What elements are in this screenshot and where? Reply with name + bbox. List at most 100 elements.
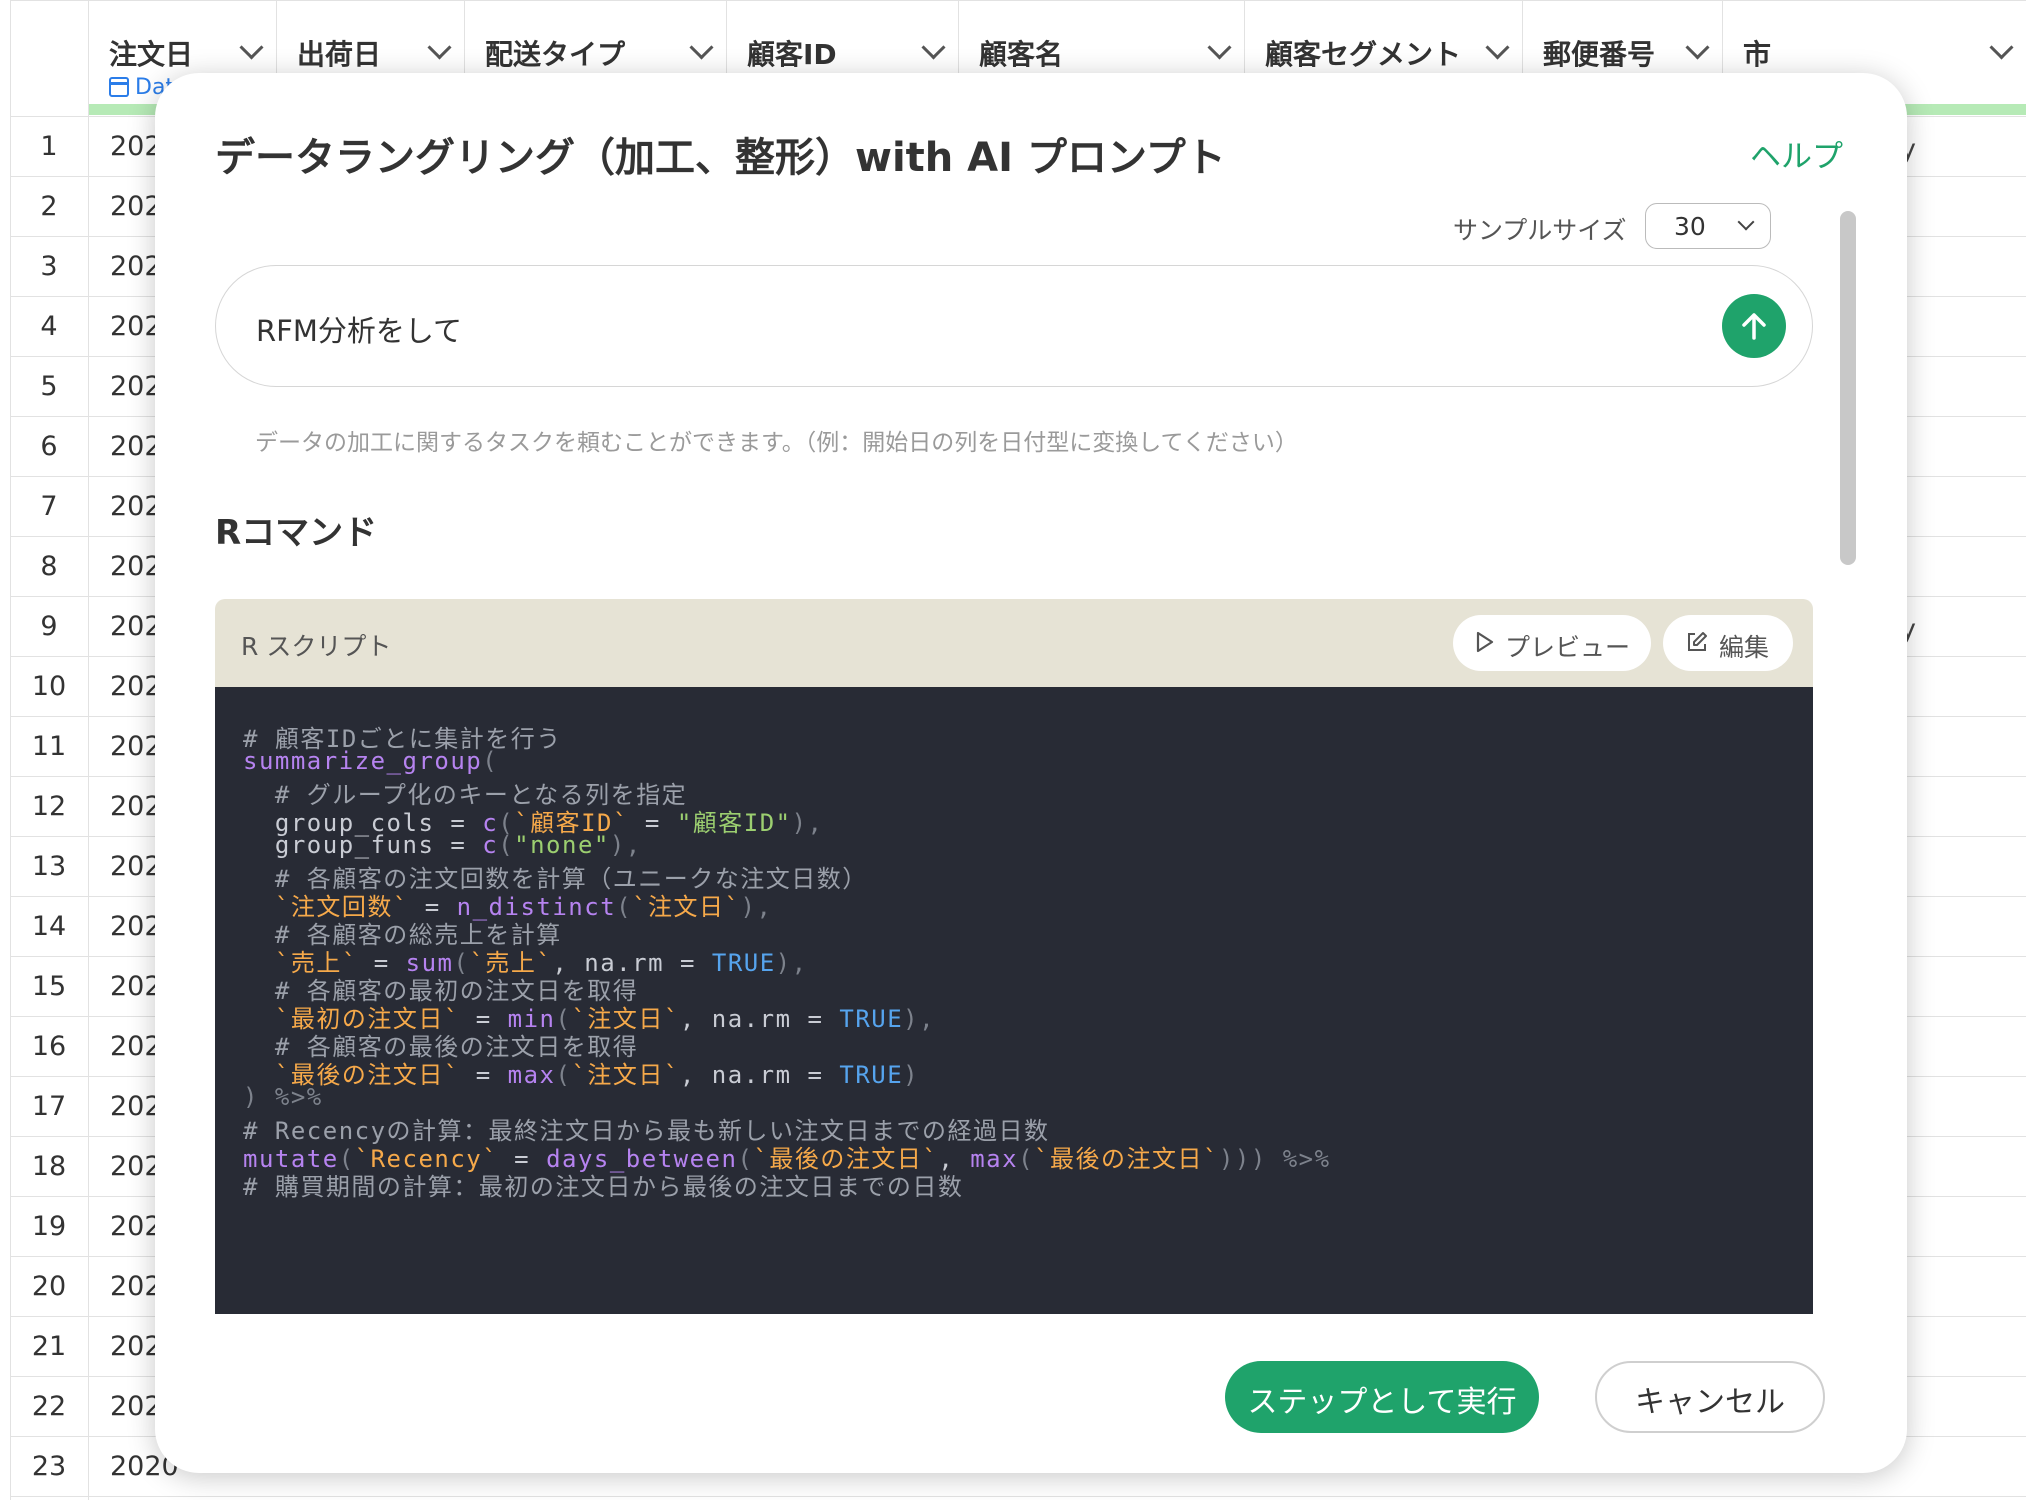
preview-button-label: プレビュー — [1505, 633, 1631, 662]
row-number: 15 — [31, 971, 67, 1002]
order-date-cell[interactable]: 202 — [110, 911, 162, 942]
row-number: 21 — [31, 1331, 67, 1362]
section-title-r-command: Rコマンド — [215, 513, 378, 553]
r-script-code[interactable]: # 顧客IDごとに集計を行う summarize_group( # グループ化の… — [215, 687, 1813, 1314]
code-token: summarize_group — [243, 747, 483, 775]
row-number: 2 — [40, 191, 58, 222]
order-date-cell[interactable]: 202 — [110, 611, 162, 642]
order-date-cell[interactable]: 202 — [110, 1151, 162, 1182]
chevron-down-icon[interactable] — [1485, 35, 1510, 60]
scrollbar-thumb[interactable] — [1840, 211, 1856, 565]
code-token: ( — [555, 1061, 572, 1089]
order-date-cell[interactable]: 202 — [110, 1211, 162, 1242]
row-number: 8 — [40, 551, 58, 582]
row-number: 11 — [31, 731, 67, 762]
send-arrow-icon — [1742, 313, 1766, 340]
order-date-cell[interactable]: 202 — [110, 311, 162, 342]
code-token: %>% — [274, 1083, 323, 1111]
help-link[interactable]: ヘルプ — [1750, 131, 1843, 176]
chevron-down-icon[interactable] — [239, 35, 264, 60]
order-date-cell[interactable]: 202 — [110, 431, 162, 462]
order-date-cell[interactable]: 202 — [110, 791, 162, 822]
code-token: `注文日` — [632, 893, 741, 921]
row-number: 7 — [40, 491, 58, 522]
row-number: 20 — [31, 1271, 67, 1302]
order-date-cell[interactable]: 202 — [110, 851, 162, 882]
code-token: ))) — [1218, 1145, 1283, 1173]
code-line: group_funs = c("none"), — [243, 831, 642, 859]
script-header: R スクリプト プレビュー 編集 — [215, 599, 1813, 687]
chevron-down-icon[interactable] — [1207, 35, 1232, 60]
order-date-cell[interactable]: 202 — [110, 1031, 162, 1062]
row-number: 18 — [31, 1151, 67, 1182]
code-token: ( — [498, 831, 515, 859]
order-date-cell[interactable]: 202 — [110, 191, 162, 222]
row-number: 16 — [31, 1031, 67, 1062]
code-token: "顧客ID" — [676, 809, 792, 837]
order-date-cell[interactable]: 202 — [110, 491, 162, 522]
code-token: %>% — [1282, 1145, 1331, 1173]
row-number: 4 — [40, 311, 58, 342]
code-line: # 購買期間の計算：最初の注文日から最後の注文日までの日数 — [243, 1167, 963, 1202]
preview-button[interactable]: プレビュー — [1453, 615, 1651, 671]
code-token: # 購買期間の計算：最初の注文日から最後の注文日までの日数 — [243, 1173, 964, 1201]
script-label: R スクリプト — [241, 632, 392, 661]
code-token: TRUE — [839, 1005, 904, 1033]
prompt-input-value[interactable]: RFM分析をして — [256, 308, 462, 350]
order-date-cell[interactable]: 202 — [110, 731, 162, 762]
order-date-cell[interactable]: 202 — [110, 1091, 162, 1122]
row-number: 19 — [31, 1211, 67, 1242]
code-line: `最後の注文日` = max(`注文日`, na.rm = TRUE) — [243, 1055, 919, 1090]
code-token: ) — [243, 1083, 275, 1111]
order-date-cell[interactable]: 202 — [110, 1331, 162, 1362]
order-date-cell[interactable]: 202 — [110, 1271, 162, 1302]
row-number: 17 — [31, 1091, 67, 1122]
order-date-cell[interactable]: 202 — [110, 371, 162, 402]
code-token: `最後の注文日` — [1034, 1145, 1219, 1173]
code-token: , na.rm = — [679, 1005, 840, 1033]
prompt-input[interactable]: RFM分析をして — [215, 265, 1813, 387]
edit-button-label: 編集 — [1719, 633, 1770, 662]
sample-size-value: 30 — [1674, 212, 1706, 241]
send-button[interactable] — [1722, 294, 1786, 358]
chevron-down-icon[interactable] — [1685, 35, 1710, 60]
cancel-button[interactable]: キャンセル — [1595, 1361, 1825, 1433]
prompt-hint: データの加工に関するタスクを頼むことができます。（例：開始日の列を日付型に変換し… — [255, 430, 1298, 456]
chevron-down-icon[interactable] — [1989, 35, 2014, 60]
dialog-title: データラングリング（加工、整形）with AI プロンプト — [215, 135, 1226, 181]
sample-size-label: サンプルサイズ — [1453, 216, 1627, 245]
code-token: ) — [903, 1061, 920, 1089]
chevron-down-icon[interactable] — [427, 35, 452, 60]
row-number: 14 — [31, 911, 67, 942]
chevron-down-icon[interactable] — [921, 35, 946, 60]
column-title: 郵便番号 — [1543, 38, 1656, 71]
order-date-cell[interactable]: 202 — [110, 251, 162, 282]
dialog-scrollbar[interactable] — [1840, 211, 1856, 1383]
row-number: 13 — [31, 851, 67, 882]
order-date-cell[interactable]: 202 — [110, 971, 162, 1002]
edit-button[interactable]: 編集 — [1663, 615, 1793, 671]
chevron-down-icon — [1737, 213, 1755, 231]
sample-size-select[interactable]: 30 — [1645, 203, 1771, 249]
order-date-cell[interactable]: 202 — [110, 1391, 162, 1422]
order-date-cell[interactable]: 202 — [110, 131, 162, 162]
code-token: ), — [609, 831, 642, 859]
code-token: ( — [1018, 1145, 1035, 1173]
row-number: 23 — [31, 1451, 67, 1482]
code-token: max — [970, 1145, 1019, 1173]
row-number: 5 — [40, 371, 58, 402]
column-title: 出荷日 — [297, 38, 382, 71]
row-number: 6 — [40, 431, 58, 462]
order-date-cell[interactable]: 202 — [110, 671, 162, 702]
column-title: 顧客セグメント — [1265, 38, 1462, 71]
run-as-step-button[interactable]: ステップとして実行 — [1225, 1361, 1539, 1433]
column-title: 市 — [1743, 38, 1772, 71]
code-token: ), — [775, 949, 808, 977]
code-token: ), — [791, 809, 824, 837]
order-date-cell[interactable]: 202 — [110, 551, 162, 582]
wrangling-ai-dialog: データラングリング（加工、整形）with AI プロンプト ヘルプ サンプルサイ… — [155, 73, 1907, 1473]
row-number: 3 — [40, 251, 58, 282]
chevron-down-icon[interactable] — [689, 35, 714, 60]
run-as-step-label: ステップとして実行 — [1247, 1385, 1517, 1420]
cancel-label: キャンセル — [1635, 1385, 1785, 1420]
